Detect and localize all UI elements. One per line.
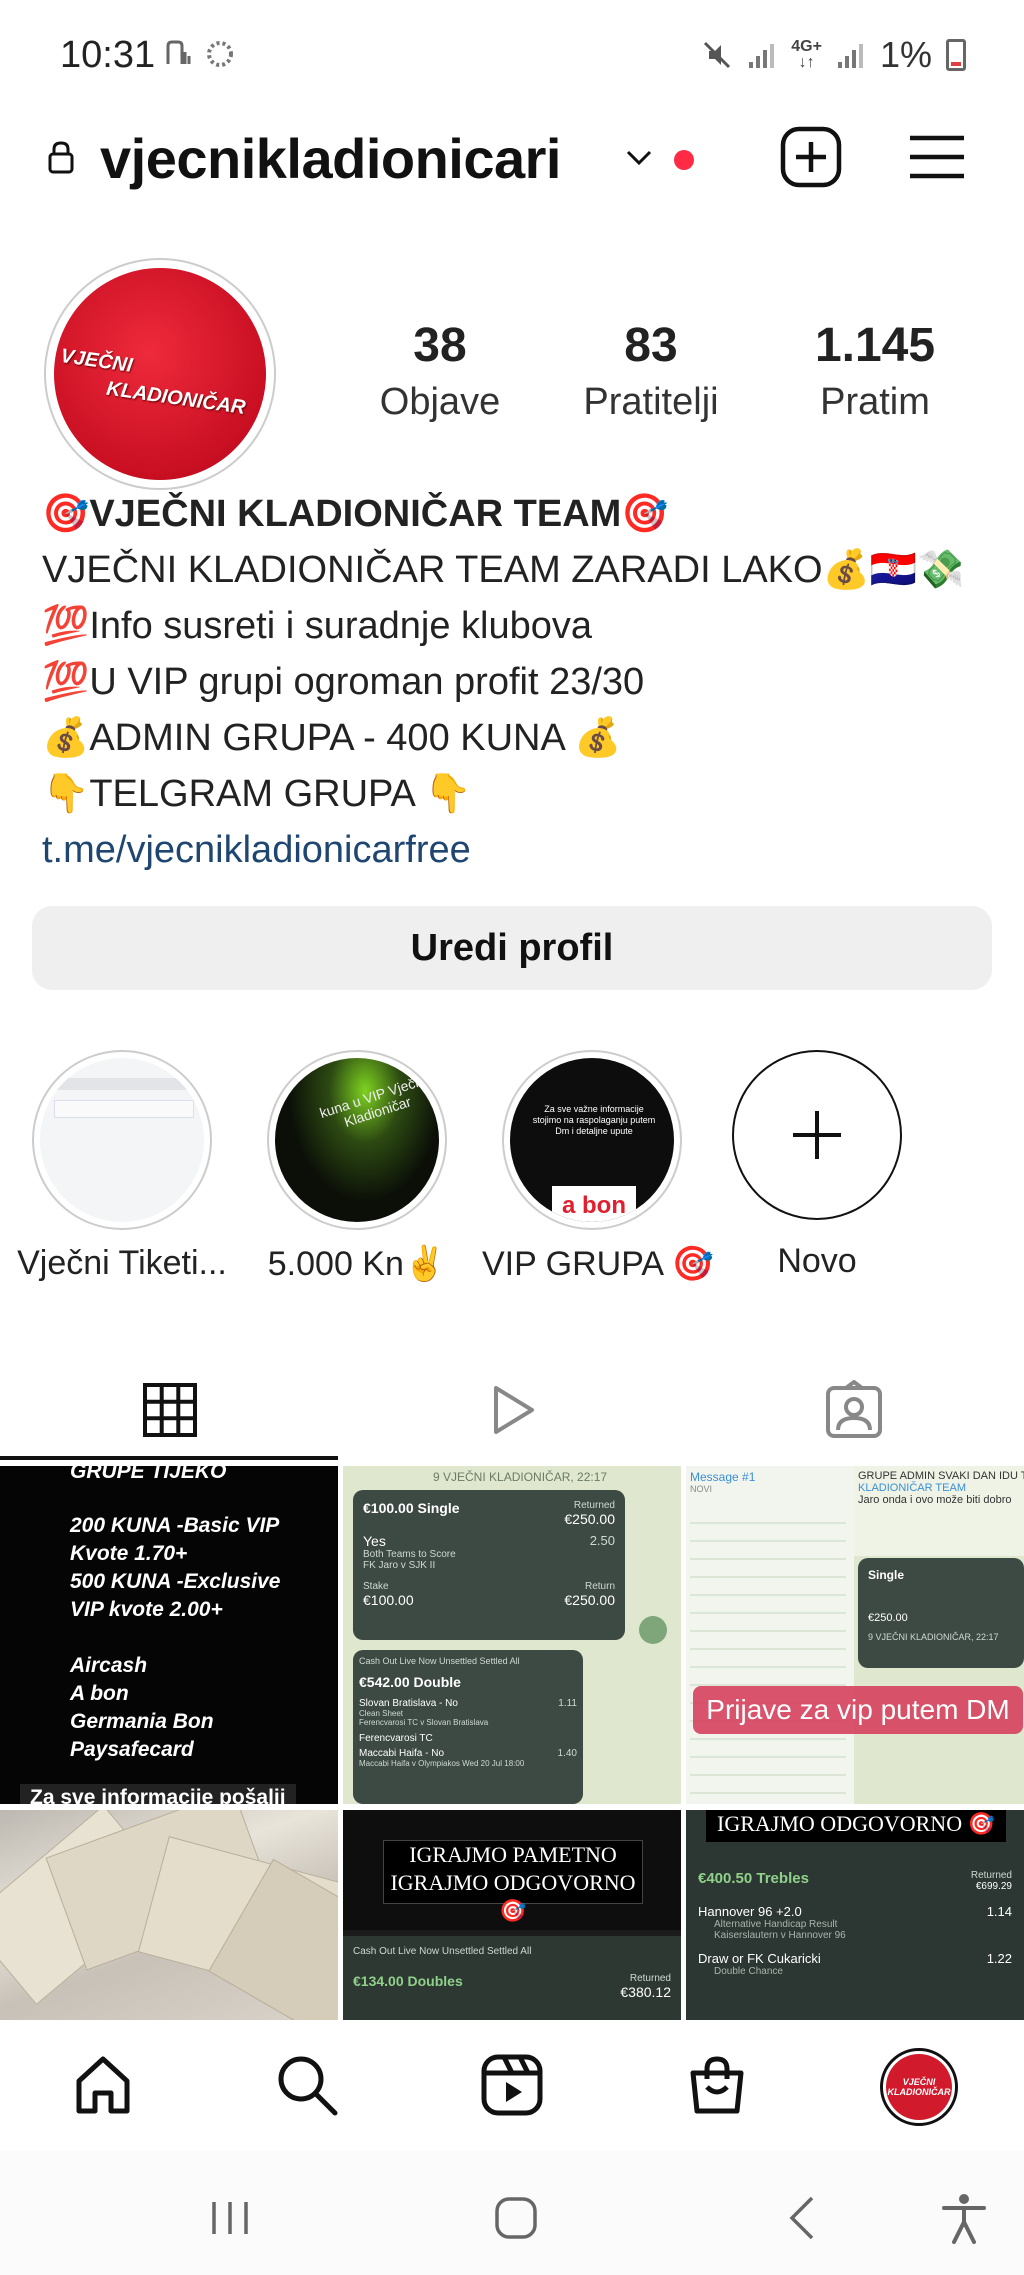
battery-icon <box>946 39 966 71</box>
bet-slip: Cash Out Live Now Unsettled Settled All … <box>353 1650 583 1804</box>
highlight-new[interactable]: Novo <box>707 1050 927 1281</box>
tab-tagged[interactable] <box>684 1360 1024 1460</box>
signal-icon <box>837 44 863 68</box>
tagged-icon <box>826 1380 882 1438</box>
highlight-vip-grupa[interactable]: Za sve važne informacije stojimo na rasp… <box>482 1050 714 1284</box>
highlight-vjecni-tiketi[interactable]: Vječni Tiketi... <box>12 1050 232 1283</box>
posts-grid: GRUPE TIJEKO 200 KUNA -Basic VIP Kvote 1… <box>0 1466 1024 2020</box>
stat-followers[interactable]: 83 Pratitelji <box>551 318 751 424</box>
post-thumbnail[interactable]: IGRAJMO PAMETNO IGRAJMO ODGOVORNO 🎯 Cash… <box>343 1810 681 2020</box>
bottom-navigation: VJEČNI KLADIONIČAR <box>0 2020 1024 2150</box>
nav-shop[interactable] <box>682 2050 752 2120</box>
search-icon <box>278 2056 338 2116</box>
nav-profile[interactable]: VJEČNI KLADIONIČAR <box>876 2044 962 2130</box>
home-button-icon <box>495 2197 537 2239</box>
accessibility-button[interactable] <box>934 2188 994 2248</box>
bet-slip: €100.00 Single Returned €250.00 Yes 2.50 Bo… <box>353 1490 625 1640</box>
tab-grid[interactable] <box>0 1360 340 1460</box>
status-bar: 10:31 4G+ ↓↑ 1% <box>0 0 1024 110</box>
add-highlight-button[interactable] <box>732 1050 902 1220</box>
menu-icon[interactable] <box>908 132 966 182</box>
network-type: 4G+ ↓↑ <box>791 38 822 71</box>
shop-icon <box>690 2056 744 2114</box>
nav-search[interactable] <box>272 2050 342 2120</box>
bio-line: VJEČNI KLADIONIČAR TEAM ZARADI LAKO💰🇭🇷💸 <box>42 549 965 591</box>
grid-icon <box>143 1383 197 1437</box>
post-thumbnail[interactable]: 9 VJEČNI KLADIONIČAR, 22:17 €100.00 Sing… <box>343 1466 681 1804</box>
post-thumbnail[interactable]: IGRAJMO ODGOVORNO 🎯 €400.50 Trebles Retur… <box>686 1810 1024 2020</box>
stat-posts[interactable]: 38 Objave <box>340 318 540 424</box>
post-thumbnail[interactable]: Message #1 NOVI GRUPE ADMIN SVAKI DAN ID… <box>686 1466 1024 1804</box>
nav-home[interactable] <box>68 2050 138 2120</box>
bio-line: 💯Info susreti i suradnje klubova <box>42 605 593 647</box>
sync-icon <box>207 41 233 67</box>
chevron-down-icon[interactable] <box>624 148 654 168</box>
highlight-cover: Za sve važne informacije stojimo na rasp… <box>510 1058 674 1222</box>
post-text: 200 KUNA -Basic VIP Kvote 1.70+ 500 KUNA… <box>70 1514 281 1761</box>
bio-line: 👇TELGRAM GRUPA 👇 <box>42 773 472 815</box>
avatar-logo-text: VJEČNI KLADIONIČAR <box>59 345 247 419</box>
tab-reels[interactable] <box>342 1360 682 1460</box>
recents-button[interactable] <box>200 2188 260 2248</box>
back-button[interactable] <box>772 2188 832 2248</box>
reels-play-icon <box>494 1386 534 1434</box>
pen-icon <box>166 40 191 64</box>
profile-header: vjecnikladionicari <box>0 110 1024 210</box>
bio-line: 💰ADMIN GRUPA - 400 KUNA 💰 <box>42 717 622 759</box>
profile-avatar[interactable]: VJEČNI KLADIONIČAR <box>44 258 276 490</box>
username-title[interactable]: vjecnikladionicari <box>100 126 561 191</box>
home-icon <box>76 2056 130 2114</box>
profile-avatar-small: VJEČNI KLADIONIČAR <box>880 2048 958 2126</box>
stat-following[interactable]: 1.145 Pratim <box>775 318 975 424</box>
clock: 10:31 <box>60 34 156 76</box>
home-button[interactable] <box>486 2188 546 2248</box>
profile-tabs <box>0 1360 1024 1460</box>
edit-profile-button[interactable]: Uredi profil <box>32 906 992 990</box>
lock-icon <box>48 141 74 174</box>
bio-line: 💯U VIP grupi ogroman profit 23/30 <box>42 661 645 703</box>
status-system-icons: 4G+ ↓↑ 1% <box>701 34 966 76</box>
accessibility-icon <box>942 2194 986 2244</box>
bio-link[interactable]: t.me/vjecnikladionicarfree <box>42 822 1002 878</box>
post-thumbnail[interactable]: GRUPE TIJEKO 200 KUNA -Basic VIP Kvote 1… <box>0 1466 338 1804</box>
signal-icon <box>749 44 775 68</box>
mute-icon <box>704 41 731 69</box>
avatar-image: VJEČNI KLADIONIČAR <box>54 268 266 480</box>
battery-percent: 1% <box>879 34 932 75</box>
status-notification-icons <box>162 38 236 70</box>
notification-dot <box>674 150 694 170</box>
add-post-icon[interactable] <box>780 126 842 188</box>
post-banner-text: IGRAJMO PAMETNO IGRAJMO ODGOVORNO 🎯 <box>383 1840 643 1923</box>
highlight-5000-kn[interactable]: kuna u VIP Vječni Kladioničar 5.000 Kn✌️ <box>247 1050 467 1284</box>
system-navigation <box>0 2150 1024 2275</box>
highlight-cover: kuna u VIP Vječni Kladioničar <box>275 1058 439 1222</box>
profile-bio: 🎯VJEČNI KLADIONIČAR TEAM🎯 VJEČNI KLADION… <box>42 486 1002 878</box>
active-tab-indicator <box>0 1456 338 1460</box>
plus-icon <box>793 1111 841 1159</box>
nav-reels[interactable] <box>477 2050 547 2120</box>
bio-name: 🎯VJEČNI KLADIONIČAR TEAM🎯 <box>42 493 669 535</box>
post-thumbnail[interactable] <box>0 1810 338 2020</box>
profile-stats: 38 Objave 83 Pratitelji 1.145 Pratim <box>340 318 990 438</box>
highlight-cover <box>40 1058 204 1222</box>
reels-icon <box>481 2054 543 2116</box>
post-banner: Prijave za vip putem DM <box>693 1686 1023 1734</box>
recents-icon <box>212 2202 248 2234</box>
back-icon <box>789 2196 814 2240</box>
